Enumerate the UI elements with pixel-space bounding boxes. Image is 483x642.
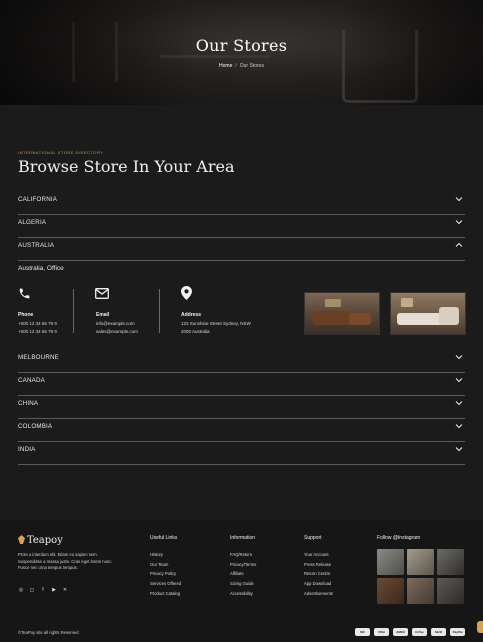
chevron-down-icon — [455, 447, 463, 452]
footer-link[interactable]: FAQ/Return — [230, 550, 256, 560]
phone-line-2[interactable]: +000 12 34 56 78 9 — [18, 328, 57, 336]
dribbble-icon[interactable]: ◎ — [18, 587, 24, 593]
breadcrumb-separator: / — [235, 63, 237, 69]
instagram-heading: Follow @Instagram — [377, 535, 421, 541]
footer-link[interactable]: Privacy Policy — [150, 569, 181, 579]
copyright-text: ©TeaPoy site all rights Reserved — [18, 630, 79, 635]
footer-link[interactable]: Affiliate — [230, 569, 256, 579]
accordion-label: MELBOURNE — [18, 354, 59, 361]
accordion-row-california[interactable]: CALIFORNIA — [18, 192, 465, 215]
accordion-label: ALGERIA — [18, 219, 47, 226]
facebook-icon[interactable]: f — [40, 587, 46, 593]
logo-mark-icon — [18, 535, 25, 544]
email-label: Email — [96, 312, 110, 318]
paypal-icon: PayPal — [450, 628, 465, 636]
footer-logo[interactable]: Teapoy — [18, 535, 63, 546]
store-photo-1 — [304, 292, 380, 335]
chevron-down-icon — [455, 197, 463, 202]
accordion-label: AUSTRALIA — [18, 242, 55, 249]
column-heading: Useful Links — [150, 535, 178, 541]
divider — [159, 289, 160, 333]
chevron-down-icon — [455, 401, 463, 406]
footer-link[interactable]: History — [150, 550, 181, 560]
chevron-up-icon — [455, 242, 463, 247]
phone-line-1[interactable]: +000 12 34 56 78 9 — [18, 320, 57, 328]
youtube-icon[interactable]: ▶ — [51, 587, 57, 593]
accordion-label: CANADA — [18, 377, 45, 384]
footer-link[interactable]: Privacy/Terms — [230, 560, 256, 570]
accordion-row-australia[interactable]: AUSTRALIA — [18, 238, 465, 261]
accordion-label: COLOMBIA — [18, 423, 53, 430]
breadcrumb-home-link[interactable]: Home — [219, 63, 232, 69]
accordion-row-china[interactable]: CHINA — [18, 396, 465, 419]
instagram-thumb[interactable] — [377, 549, 404, 575]
accordion-label: CHINA — [18, 400, 39, 407]
footer-link[interactable]: Accessibility — [230, 589, 256, 599]
instagram-thumb[interactable] — [437, 549, 464, 575]
phone-icon — [19, 288, 30, 299]
google-pay-icon: G Pay — [412, 628, 427, 636]
footer-column-support: Support Your Account Press Release Retur… — [304, 535, 333, 598]
chevron-down-icon — [455, 378, 463, 383]
chevron-down-icon — [455, 220, 463, 225]
email-line-2[interactable]: sales@example.com — [96, 328, 138, 336]
visa-icon: VISA — [374, 628, 389, 636]
footer-link[interactable]: Services Offered — [150, 579, 181, 589]
footer-about-text: Proin a interdum elit. Etiam eu sapien s… — [18, 552, 113, 570]
chevron-down-icon — [455, 424, 463, 429]
accordion-row-india[interactable]: INDIA — [18, 442, 465, 465]
footer-link[interactable]: Product Catalog — [150, 589, 181, 599]
breadcrumb: Home / Our Stores — [0, 63, 483, 69]
hero-banner: Our Stores Home / Our Stores — [0, 0, 483, 105]
address-line-1: 123 Sunshine Street Sydney, NSW — [181, 321, 251, 326]
chevron-down-icon — [455, 355, 463, 360]
instagram-icon[interactable]: ◻ — [29, 587, 35, 593]
footer-link[interactable]: Advertisements — [304, 589, 333, 599]
accordion-row-melbourne[interactable]: MELBOURNE — [18, 350, 465, 373]
office-title: Australia, Office — [18, 265, 64, 272]
footer-column-information: Information FAQ/Return Privacy/Terms Aff… — [230, 535, 256, 598]
brand-name: Teapoy — [27, 535, 63, 546]
amex-icon: AMEX — [393, 628, 408, 636]
accordion-label: CALIFORNIA — [18, 196, 58, 203]
footer-link[interactable]: Press Release — [304, 560, 333, 570]
instagram-thumb[interactable] — [407, 549, 434, 575]
map-pin-icon — [181, 286, 192, 300]
footer-link[interactable]: App Download — [304, 579, 333, 589]
breadcrumb-current: Our Stores — [239, 63, 264, 69]
instagram-thumb[interactable] — [407, 578, 434, 604]
address-line-2: 2000 Australia — [181, 329, 210, 334]
section-title: Browse Store In Your Area — [18, 157, 235, 176]
scroll-to-top-button[interactable] — [477, 621, 483, 633]
footer-link[interactable]: Your Account — [304, 550, 333, 560]
x-icon[interactable]: ✕ — [62, 587, 68, 593]
footer-link[interactable]: Our Team — [150, 560, 181, 570]
skrill-icon: Skrill — [431, 628, 446, 636]
store-photo-2 — [390, 292, 466, 335]
section-eyebrow: INTERNATIONAL STORE DIRECTORY — [18, 150, 104, 155]
footer-link[interactable]: Return Centre — [304, 569, 333, 579]
phone-label: Phone — [18, 312, 34, 318]
email-line-1[interactable]: info@example.com — [96, 320, 135, 328]
footer-column-useful-links: Useful Links History Our Team Privacy Po… — [150, 535, 181, 598]
divider — [73, 289, 74, 333]
payment-methods: MC VISA AMEX G Pay Skrill PayPal — [355, 628, 465, 636]
instagram-thumb[interactable] — [377, 578, 404, 604]
address-label: Address — [181, 312, 202, 318]
mastercard-icon: MC — [355, 628, 370, 636]
accordion-label: INDIA — [18, 446, 36, 453]
page-title: Our Stores — [195, 36, 288, 55]
instagram-grid — [377, 549, 465, 604]
accordion-row-colombia[interactable]: COLOMBIA — [18, 419, 465, 442]
instagram-thumb[interactable] — [437, 578, 464, 604]
column-heading: Support — [304, 535, 322, 541]
envelope-icon — [95, 288, 109, 299]
footer-link[interactable]: Sizing Guide — [230, 579, 256, 589]
column-heading: Information — [230, 535, 256, 541]
social-links: ◎ ◻ f ▶ ✕ — [18, 587, 68, 593]
accordion-row-canada[interactable]: CANADA — [18, 373, 465, 396]
accordion-row-algeria[interactable]: ALGERIA — [18, 215, 465, 238]
